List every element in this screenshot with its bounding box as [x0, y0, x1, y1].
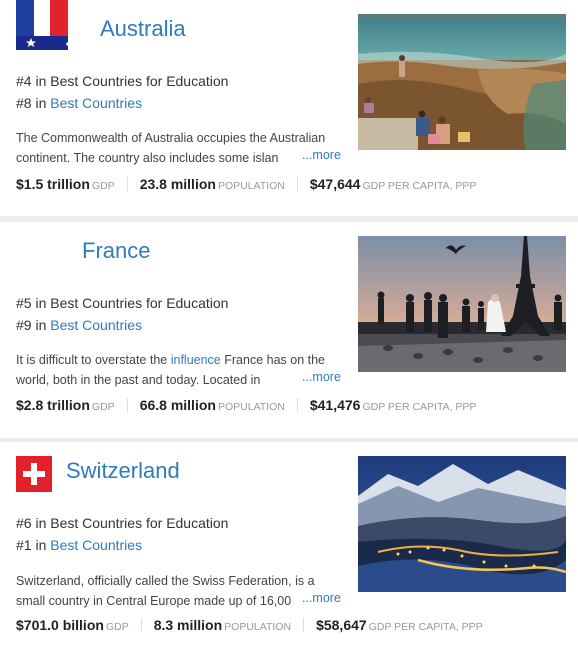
rank-prefix: #6 in — [16, 515, 51, 531]
rank-prefix: #8 in — [16, 95, 51, 111]
divider — [126, 177, 128, 191]
description-line: The Commonwealth of Australia occupies t… — [16, 131, 326, 145]
best-countries-link[interactable]: Best Countries — [50, 317, 142, 333]
overall-rank: #1 in Best Countries — [16, 537, 142, 553]
population-value: 23.8 million — [139, 176, 216, 192]
stats-row: $701.0 billion GDP 8.3 million POPULATION $5… — [16, 617, 483, 633]
description-line: continent. The country also includes som… — [16, 148, 298, 168]
divider — [140, 618, 142, 632]
description-line: world, both in the past and today. Locat… — [16, 370, 298, 390]
divider — [296, 177, 298, 191]
gdp-per-capita-label: GDP PER CAPITA, PPP — [362, 401, 477, 413]
australia-beach-photo[interactable] — [358, 14, 566, 150]
gdp-per-capita-value: $58,647 — [316, 617, 367, 633]
rank-category: Best Countries for Education — [50, 73, 229, 89]
description-text: world, both in the past and today. Locat… — [16, 373, 261, 387]
stats-row: $2.8 trillion GDP 66.8 million POPULATION $4… — [16, 397, 476, 413]
gdp-per-capita-value: $47,644 — [309, 176, 361, 192]
country-name-france[interactable]: France — [82, 238, 150, 264]
eiffel-tower-photo[interactable] — [358, 236, 566, 372]
population-label: POPULATION — [217, 401, 285, 413]
gdp-value: $1.5 trillion — [16, 176, 90, 192]
best-countries-link[interactable]: Best Countries — [50, 537, 142, 553]
country-description: The Commonwealth of Australia occupies t… — [16, 128, 346, 168]
best-countries-link[interactable]: Best Countries — [50, 95, 142, 111]
influence-link[interactable]: influence — [171, 353, 221, 367]
population-value: 66.8 million — [139, 397, 216, 413]
gdp-label: GDP — [91, 401, 115, 413]
divider — [303, 618, 305, 632]
france-flag-icon — [16, 0, 68, 36]
description-line: It is difficult to overstate the influen… — [16, 350, 346, 370]
gdp-per-capita-value: $41,476 — [309, 397, 361, 413]
more-link[interactable]: ...more — [302, 148, 341, 162]
rank-prefix: #5 in — [16, 295, 51, 311]
overall-rank: #8 in Best Countries — [16, 95, 142, 111]
divider — [126, 398, 128, 412]
population-value: 8.3 million — [153, 617, 223, 633]
education-rank: #4 in Best Countries for Education — [16, 73, 228, 89]
rank-category: Best Countries for Education — [50, 515, 229, 531]
education-rank: #5 in Best Countries for Education — [16, 295, 228, 311]
description-line: small country in Central Europe made up … — [16, 591, 298, 611]
education-rank: #6 in Best Countries for Education — [16, 515, 228, 531]
description-text: small country in Central Europe made up … — [16, 594, 292, 608]
description-text: France has on the — [220, 353, 325, 367]
more-link[interactable]: ...more — [302, 370, 341, 384]
rank-prefix: #9 in — [16, 317, 51, 333]
gdp-label: GDP — [105, 621, 129, 633]
country-name-australia[interactable]: Australia — [100, 16, 186, 42]
description-text: It is difficult to overstate the — [16, 353, 171, 367]
gdp-per-capita-label: GDP PER CAPITA, PPP — [368, 621, 483, 633]
population-label: POPULATION — [217, 180, 285, 192]
more-link[interactable]: ...more — [302, 591, 341, 605]
switzerland-mountain-photo[interactable] — [358, 456, 566, 592]
country-description: Switzerland, officially called the Swiss… — [16, 571, 346, 611]
rank-category: Best Countries for Education — [50, 295, 229, 311]
rank-prefix: #4 in — [16, 73, 51, 89]
gdp-value: $2.8 trillion — [16, 397, 90, 413]
overall-rank: #9 in Best Countries — [16, 317, 142, 333]
population-label: POPULATION — [224, 621, 292, 633]
switzerland-flag-icon — [16, 456, 52, 492]
description-line: Switzerland, officially called the Swiss… — [16, 574, 315, 588]
gdp-label: GDP — [91, 180, 115, 192]
stats-row: $1.5 trillion GDP 23.8 million POPULATION $4… — [16, 176, 476, 192]
country-description: It is difficult to overstate the influen… — [16, 350, 346, 390]
description-text: continent. The country also includes som… — [16, 151, 279, 165]
rank-prefix: #1 in — [16, 537, 51, 553]
country-name-switzerland[interactable]: Switzerland — [66, 458, 180, 484]
gdp-value: $701.0 billion — [16, 617, 104, 633]
gdp-per-capita-label: GDP PER CAPITA, PPP — [362, 180, 477, 192]
divider — [296, 398, 298, 412]
